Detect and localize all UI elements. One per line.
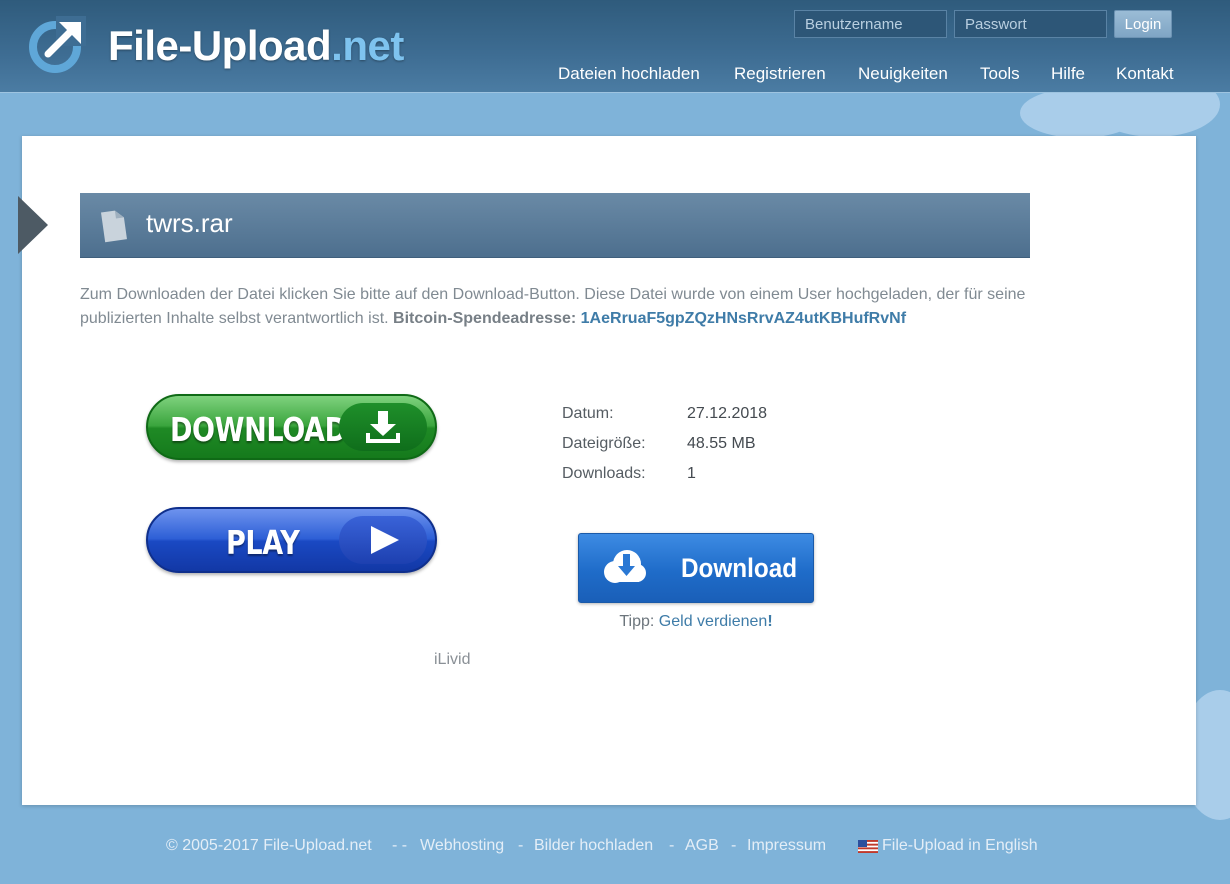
nav-kontakt[interactable]: Kontakt bbox=[1116, 63, 1174, 85]
us-flag-icon bbox=[858, 840, 878, 853]
login-button[interactable]: Login bbox=[1114, 10, 1172, 38]
play-icon bbox=[371, 526, 399, 554]
info-value: 1 bbox=[687, 465, 696, 482]
bitcoin-label: Bitcoin-Spendeadresse: bbox=[393, 310, 577, 327]
footer-impressum-link[interactable]: Impressum bbox=[747, 837, 826, 855]
tip-prefix: Tipp: bbox=[619, 613, 655, 630]
ad-play-label: PLAY bbox=[226, 523, 300, 562]
bitcoin-address-link[interactable]: 1AeRruaF5gpZQzHNsRrvAZ4utKBHufRvNf bbox=[581, 310, 906, 327]
info-row-date: Datum: 27.12.2018 bbox=[562, 405, 862, 427]
main-download-button[interactable]: Download bbox=[578, 533, 814, 603]
ad-play-button[interactable]: PLAY bbox=[146, 507, 437, 573]
main-download-label: Download bbox=[681, 553, 798, 583]
ad-play-icon-bg bbox=[339, 516, 427, 564]
card-arrow-decoration bbox=[18, 196, 48, 254]
footer-agb-link[interactable]: AGB bbox=[685, 837, 719, 855]
cloud-download-icon bbox=[604, 550, 646, 583]
footer-english-link[interactable]: File-Upload in English bbox=[882, 837, 1038, 855]
footer-separator: - - bbox=[392, 837, 408, 854]
footer-separator: - bbox=[731, 837, 737, 854]
ad-download-label: DOWNLOAD bbox=[170, 410, 347, 449]
nav-registrieren[interactable]: Registrieren bbox=[734, 63, 826, 85]
file-description: Zum Downloaden der Datei klicken Sie bit… bbox=[80, 283, 1040, 331]
tip-suffix: ! bbox=[767, 613, 773, 630]
geld-verdienen-link[interactable]: Geld verdienen bbox=[659, 613, 768, 630]
file-icon bbox=[101, 210, 127, 243]
footer-bilder-hochladen-link[interactable]: Bilder hochladen bbox=[534, 837, 653, 855]
footer-separator: - bbox=[669, 837, 675, 854]
info-key: Datum: bbox=[562, 405, 614, 422]
nav-neuigkeiten[interactable]: Neuigkeiten bbox=[858, 63, 948, 85]
info-value: 27.12.2018 bbox=[687, 405, 768, 422]
ilivid-text: iLivid bbox=[434, 651, 471, 668]
tip-line: Tipp: Geld verdienen! bbox=[578, 613, 814, 631]
nav-dateien-hochladen[interactable]: Dateien hochladen bbox=[558, 63, 700, 85]
password-input[interactable] bbox=[954, 10, 1107, 38]
info-key: Downloads: bbox=[562, 465, 646, 482]
info-value: 48.55 MB bbox=[687, 435, 756, 452]
file-name: twrs.rar bbox=[146, 208, 233, 238]
file-title-bar: twrs.rar bbox=[80, 193, 1030, 258]
footer-webhosting-link[interactable]: Webhosting bbox=[420, 837, 504, 855]
footer-separator: - bbox=[518, 837, 524, 854]
ad-download-icon-bg bbox=[339, 403, 427, 451]
nav-hilfe[interactable]: Hilfe bbox=[1051, 63, 1085, 85]
nav-tools[interactable]: Tools bbox=[980, 63, 1020, 85]
main-nav: Dateien hochladen Registrieren Neuigkeit… bbox=[0, 63, 1230, 87]
footer-copyright: © 2005-2017 File-Upload.net bbox=[166, 837, 372, 854]
info-row-size: Dateigröße: 48.55 MB bbox=[562, 435, 862, 457]
download-arrow-icon bbox=[366, 411, 400, 443]
username-input[interactable] bbox=[794, 10, 947, 38]
ad-download-button[interactable]: DOWNLOAD bbox=[146, 394, 437, 460]
site-footer: © 2005-2017 File-Upload.net - - Webhosti… bbox=[0, 837, 1230, 859]
info-key: Dateigröße: bbox=[562, 435, 646, 452]
site-header: File-Upload.net Login Dateien hochladen … bbox=[0, 0, 1230, 93]
info-row-downloads: Downloads: 1 bbox=[562, 465, 862, 487]
